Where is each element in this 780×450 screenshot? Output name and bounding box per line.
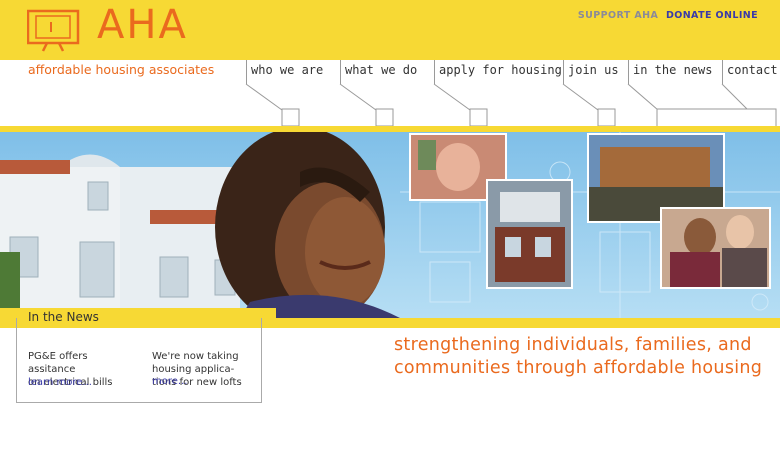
nav-contact[interactable]: contact [722,60,778,84]
mission-headline: strengthening individuals, families, and… [394,335,763,378]
nav-who-we-are[interactable]: who we are [246,60,323,84]
support-label: SUPPORT AHA [577,10,659,21]
news-more: more... [152,375,187,388]
learn-more-link[interactable]: learn more... [28,377,92,388]
hero-image [0,132,780,318]
nav-what-we-do[interactable]: what we do [340,60,417,84]
more-link[interactable]: more... [152,376,187,387]
main-nav: who we are what we do apply for housing … [0,60,780,130]
nav-apply-for-housing[interactable]: apply for housing [434,60,562,84]
logo-wordmark[interactable]: AHA [97,3,188,47]
nav-in-the-news[interactable]: in the news [628,60,712,84]
nav-join-us[interactable]: join us [563,60,619,84]
hero-collage [0,132,780,318]
donate-online-link[interactable]: DONATE ONLINE [666,10,758,21]
support-links: SUPPORT AHA DONATE ONLINE [578,10,758,21]
news-learn-more: learn more... [28,376,92,389]
